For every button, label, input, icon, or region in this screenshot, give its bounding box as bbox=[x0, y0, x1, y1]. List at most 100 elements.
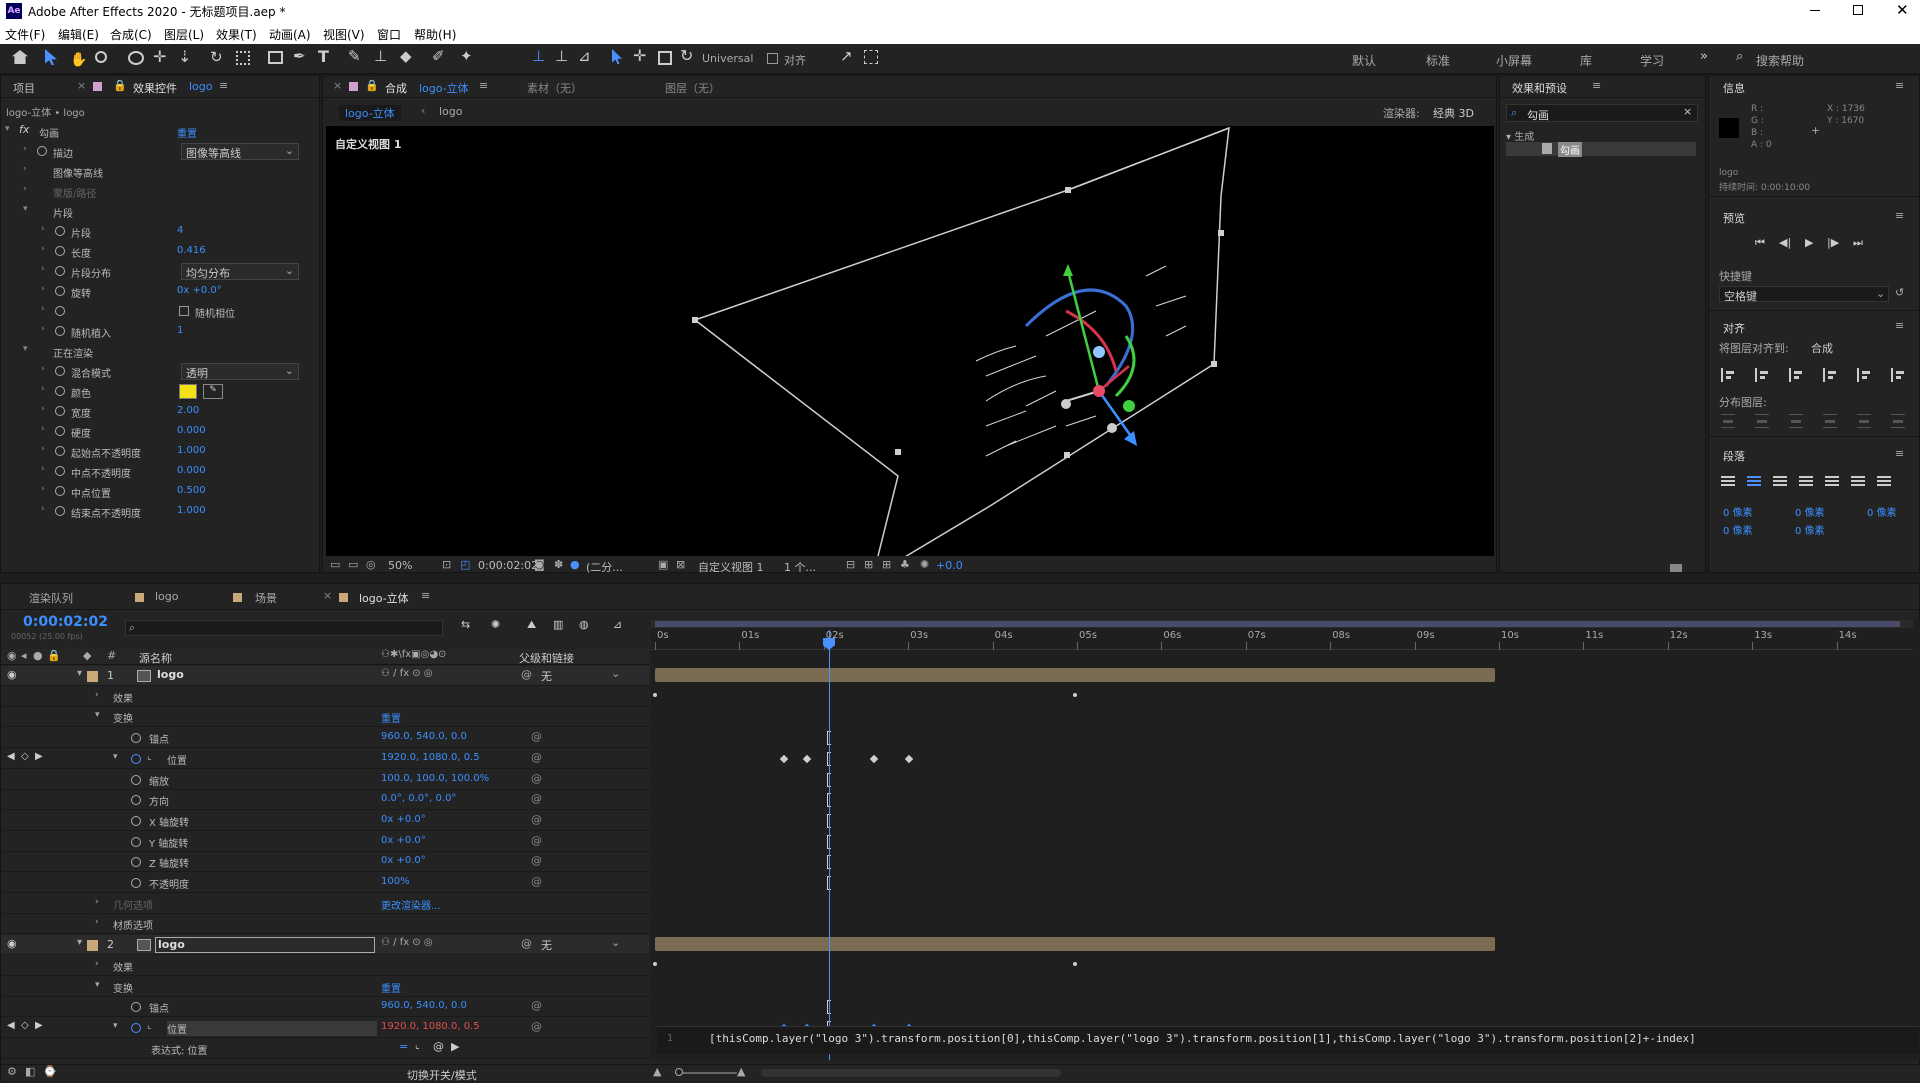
minimize-icon[interactable] bbox=[1810, 10, 1820, 11]
twirl-chevron-icon[interactable]: › bbox=[23, 144, 27, 154]
stopwatch-icon[interactable] bbox=[131, 1022, 141, 1033]
twirl-chevron-icon[interactable]: › bbox=[23, 184, 27, 194]
property-row[interactable]: › 效果 bbox=[1, 955, 649, 976]
gizmo-select-icon[interactable] bbox=[612, 49, 622, 64]
type-tool-icon[interactable]: T bbox=[318, 47, 329, 66]
panel-menu-icon[interactable]: ≡ bbox=[479, 79, 488, 92]
paragraph-align-icon[interactable] bbox=[1773, 476, 1787, 488]
pickwhip-icon[interactable]: @ bbox=[531, 751, 542, 764]
expression-language-icon[interactable]: ▶ bbox=[451, 1040, 459, 1053]
panel-menu-icon[interactable]: ≡ bbox=[1895, 447, 1904, 460]
workspace-small-screen[interactable]: 小屏幕 bbox=[1496, 52, 1532, 69]
stopwatch-icon[interactable] bbox=[131, 836, 141, 847]
pickwhip-icon[interactable]: @ bbox=[531, 813, 542, 826]
pickwhip-icon[interactable]: @ bbox=[531, 854, 542, 867]
effect-property-row[interactable]: › 片段 4 bbox=[1, 222, 319, 242]
effect-dropdown[interactable]: 图像等高线 ⌄ bbox=[181, 143, 299, 160]
property-value[interactable]: 100.0, 100.0, 100.0% bbox=[381, 773, 489, 784]
fx-icon[interactable]: fx bbox=[19, 123, 29, 136]
align-checkbox[interactable] bbox=[767, 53, 778, 64]
lock-icon[interactable]: 🔒 bbox=[365, 79, 379, 92]
stopwatch-icon[interactable] bbox=[55, 326, 65, 336]
align-left-icon[interactable] bbox=[1721, 368, 1735, 382]
property-row[interactable]: › 效果 bbox=[1, 686, 649, 707]
always-preview-icon[interactable]: ▭ bbox=[330, 558, 340, 571]
graph-editor-icon[interactable]: ⊿ bbox=[613, 618, 622, 631]
effect-property-row[interactable]: › 硬度 0.000 bbox=[1, 422, 319, 442]
orbit-camera-icon[interactable] bbox=[128, 51, 144, 65]
twirl-chevron-icon[interactable]: ▾ bbox=[77, 668, 82, 679]
effects-category[interactable]: ▾ 生成 bbox=[1506, 128, 1534, 143]
stopwatch-icon[interactable] bbox=[131, 815, 141, 826]
color-channel-icon[interactable]: ● bbox=[570, 558, 580, 571]
layout-icon[interactable]: ⊟ bbox=[846, 558, 855, 571]
menu-help[interactable]: 帮助(H) bbox=[414, 26, 456, 43]
effect-property-row[interactable]: › 起始点不透明度 1.000 bbox=[1, 442, 319, 462]
close-tab-icon[interactable]: × bbox=[323, 589, 332, 602]
distribute-icon[interactable] bbox=[1721, 414, 1735, 428]
effect-dropdown[interactable]: 透明 ⌄ bbox=[181, 363, 299, 380]
keyframe-diamond[interactable] bbox=[802, 754, 812, 764]
twirl-chevron-icon[interactable]: ▾ bbox=[113, 1021, 118, 1031]
menu-effect[interactable]: 效果(T) bbox=[216, 26, 257, 43]
close-tab-icon[interactable]: × bbox=[77, 79, 86, 92]
paragraph-align-icon[interactable] bbox=[1747, 476, 1761, 488]
timeline-timecode[interactable]: 0:00:02:02 bbox=[23, 614, 108, 630]
selection-tool-icon[interactable] bbox=[45, 49, 57, 65]
effect-property-value[interactable]: 4 bbox=[177, 225, 183, 236]
color-swatch[interactable] bbox=[179, 384, 197, 399]
tab-logo-3d[interactable]: logo-立体 bbox=[359, 590, 409, 606]
property-group-link[interactable]: 更改渲染器... bbox=[381, 897, 441, 912]
home-icon[interactable] bbox=[12, 50, 28, 64]
pickwhip-icon[interactable]: @ bbox=[531, 999, 542, 1012]
property-row[interactable]: Z 轴旋转 0x +0.0° @ bbox=[1, 852, 649, 873]
pen-tool-icon[interactable]: ✒ bbox=[293, 47, 306, 65]
align-right-icon[interactable] bbox=[1789, 368, 1803, 382]
twirl-chevron-icon[interactable]: › bbox=[41, 284, 45, 294]
frame-blending-icon[interactable]: ▥ bbox=[553, 618, 563, 631]
tab-render-queue[interactable]: 渲染队列 bbox=[29, 590, 73, 606]
align-top-icon[interactable] bbox=[1823, 368, 1837, 382]
snap-icon[interactable]: ↗ bbox=[840, 47, 853, 65]
effects-search-input[interactable]: ⌕ 勾画 × bbox=[1506, 104, 1698, 122]
lock-icon[interactable]: 🔒 bbox=[113, 79, 127, 92]
property-row[interactable]: › 几何选项 更改渲染器... bbox=[1, 893, 649, 914]
panel-menu-icon[interactable]: ≡ bbox=[1895, 319, 1904, 332]
workspace-standard[interactable]: 标准 bbox=[1426, 52, 1450, 69]
tab-composition[interactable]: 合成 bbox=[385, 80, 407, 96]
twirl-chevron-icon[interactable]: ▾ bbox=[5, 124, 10, 134]
transparency-icon[interactable]: ⊠ bbox=[676, 558, 685, 571]
twirl-chevron-icon[interactable]: › bbox=[41, 504, 45, 514]
stopwatch-icon[interactable] bbox=[55, 366, 65, 376]
layer-name[interactable]: logo bbox=[155, 937, 375, 954]
next-keyframe-icon[interactable]: ▶ bbox=[35, 751, 43, 762]
tab-layer[interactable]: 图层（无） bbox=[665, 80, 720, 96]
tab-effect-controls[interactable]: 效果控件 bbox=[133, 80, 177, 96]
property-group-link[interactable]: 重置 bbox=[381, 980, 401, 995]
expression-pickwhip-icon[interactable]: @ bbox=[433, 1040, 444, 1053]
property-row[interactable]: ▾ 变换 重置 bbox=[1, 707, 649, 728]
layer-row[interactable]: ◉ ▾ 1 logo ⚇ / fx ⊙ ◎ @ 无 ⌄ bbox=[1, 666, 649, 686]
effect-item[interactable]: 勾画 bbox=[1506, 142, 1696, 157]
property-value[interactable]: 960.0, 540.0, 0.0 bbox=[381, 1000, 467, 1011]
tab-footage[interactable]: 素材（无） bbox=[527, 80, 582, 96]
parent-dropdown[interactable]: 无 bbox=[541, 668, 621, 684]
zoom-slider[interactable] bbox=[675, 1072, 737, 1074]
render-time-icon[interactable]: ⌚ bbox=[43, 1065, 57, 1078]
graph-icon[interactable]: ⌞ bbox=[147, 1020, 152, 1031]
timeline-search-input[interactable]: ⌕ bbox=[125, 620, 443, 636]
effect-property-value[interactable]: 重置 bbox=[177, 125, 197, 140]
paragraph-align-icon[interactable] bbox=[1877, 476, 1891, 488]
paragraph-align-icon[interactable] bbox=[1721, 476, 1735, 488]
twirl-chevron-icon[interactable]: ▾ bbox=[77, 937, 82, 948]
paragraph-align-icon[interactable] bbox=[1851, 476, 1865, 488]
stopwatch-icon[interactable] bbox=[131, 857, 141, 868]
keyframe-diamond[interactable] bbox=[779, 754, 789, 764]
effect-property-value[interactable]: 0.416 bbox=[177, 245, 206, 256]
panel-menu-icon[interactable]: ≡ bbox=[219, 79, 228, 92]
time-ruler[interactable]: 0s 01s 02s 03s 04s 05s 06s 07s 08s 09s 10s 11s 12s 13… bbox=[651, 630, 1913, 650]
effect-property-row[interactable]: › 长度 0.416 bbox=[1, 242, 319, 262]
space-after-value[interactable]: 0 像素 bbox=[1795, 522, 1825, 537]
effect-property-row[interactable]: › 片段分布 均匀分布 ⌄ bbox=[1, 262, 319, 282]
effect-property-row[interactable]: › 蒙版/路径 bbox=[1, 182, 319, 202]
